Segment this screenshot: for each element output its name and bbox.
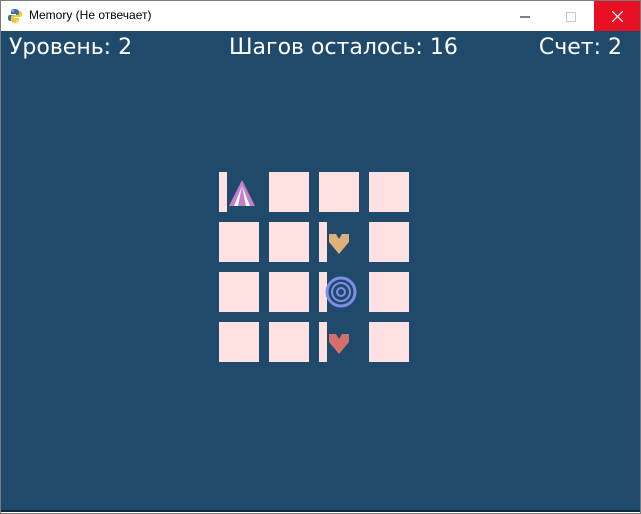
memory-card-hidden[interactable] <box>369 322 409 362</box>
memory-card-revealed[interactable] <box>219 172 259 212</box>
minimize-icon <box>520 7 530 26</box>
memory-card-revealed[interactable] <box>319 222 359 262</box>
maximize-icon <box>566 7 576 26</box>
title-bar[interactable]: Memory (Не отвечает) <box>1 1 640 31</box>
score-label: Счет: 2 <box>538 35 622 60</box>
close-button[interactable] <box>594 1 640 31</box>
memory-card-hidden[interactable] <box>369 222 409 262</box>
maximize-button[interactable] <box>548 1 594 31</box>
app-window: Memory (Не отвечает) Уровень: 2 Шагов ос… <box>0 0 641 514</box>
memory-card-hidden[interactable] <box>269 222 309 262</box>
window-bottom-edge <box>1 510 640 512</box>
memory-card-revealed[interactable] <box>319 272 359 312</box>
memory-card-hidden[interactable] <box>319 172 359 212</box>
memory-card-hidden[interactable] <box>269 272 309 312</box>
memory-card-hidden[interactable] <box>369 172 409 212</box>
memory-card-hidden[interactable] <box>219 322 259 362</box>
steps-remaining-label: Шагов осталось: 16 <box>229 35 458 60</box>
memory-board <box>219 172 409 362</box>
memory-card-hidden[interactable] <box>269 322 309 362</box>
level-label: Уровень: 2 <box>9 35 133 60</box>
memory-card-hidden[interactable] <box>369 272 409 312</box>
close-icon <box>611 7 623 26</box>
python-icon <box>7 8 23 24</box>
memory-card-hidden[interactable] <box>269 172 309 212</box>
minimize-button[interactable] <box>502 1 548 31</box>
memory-card-revealed[interactable] <box>319 322 359 362</box>
memory-card-hidden[interactable] <box>219 272 259 312</box>
game-canvas[interactable]: Уровень: 2 Шагов осталось: 16 Счет: 2 <box>1 31 640 512</box>
window-title: Memory (Не отвечает) <box>29 8 152 22</box>
memory-card-hidden[interactable] <box>219 222 259 262</box>
